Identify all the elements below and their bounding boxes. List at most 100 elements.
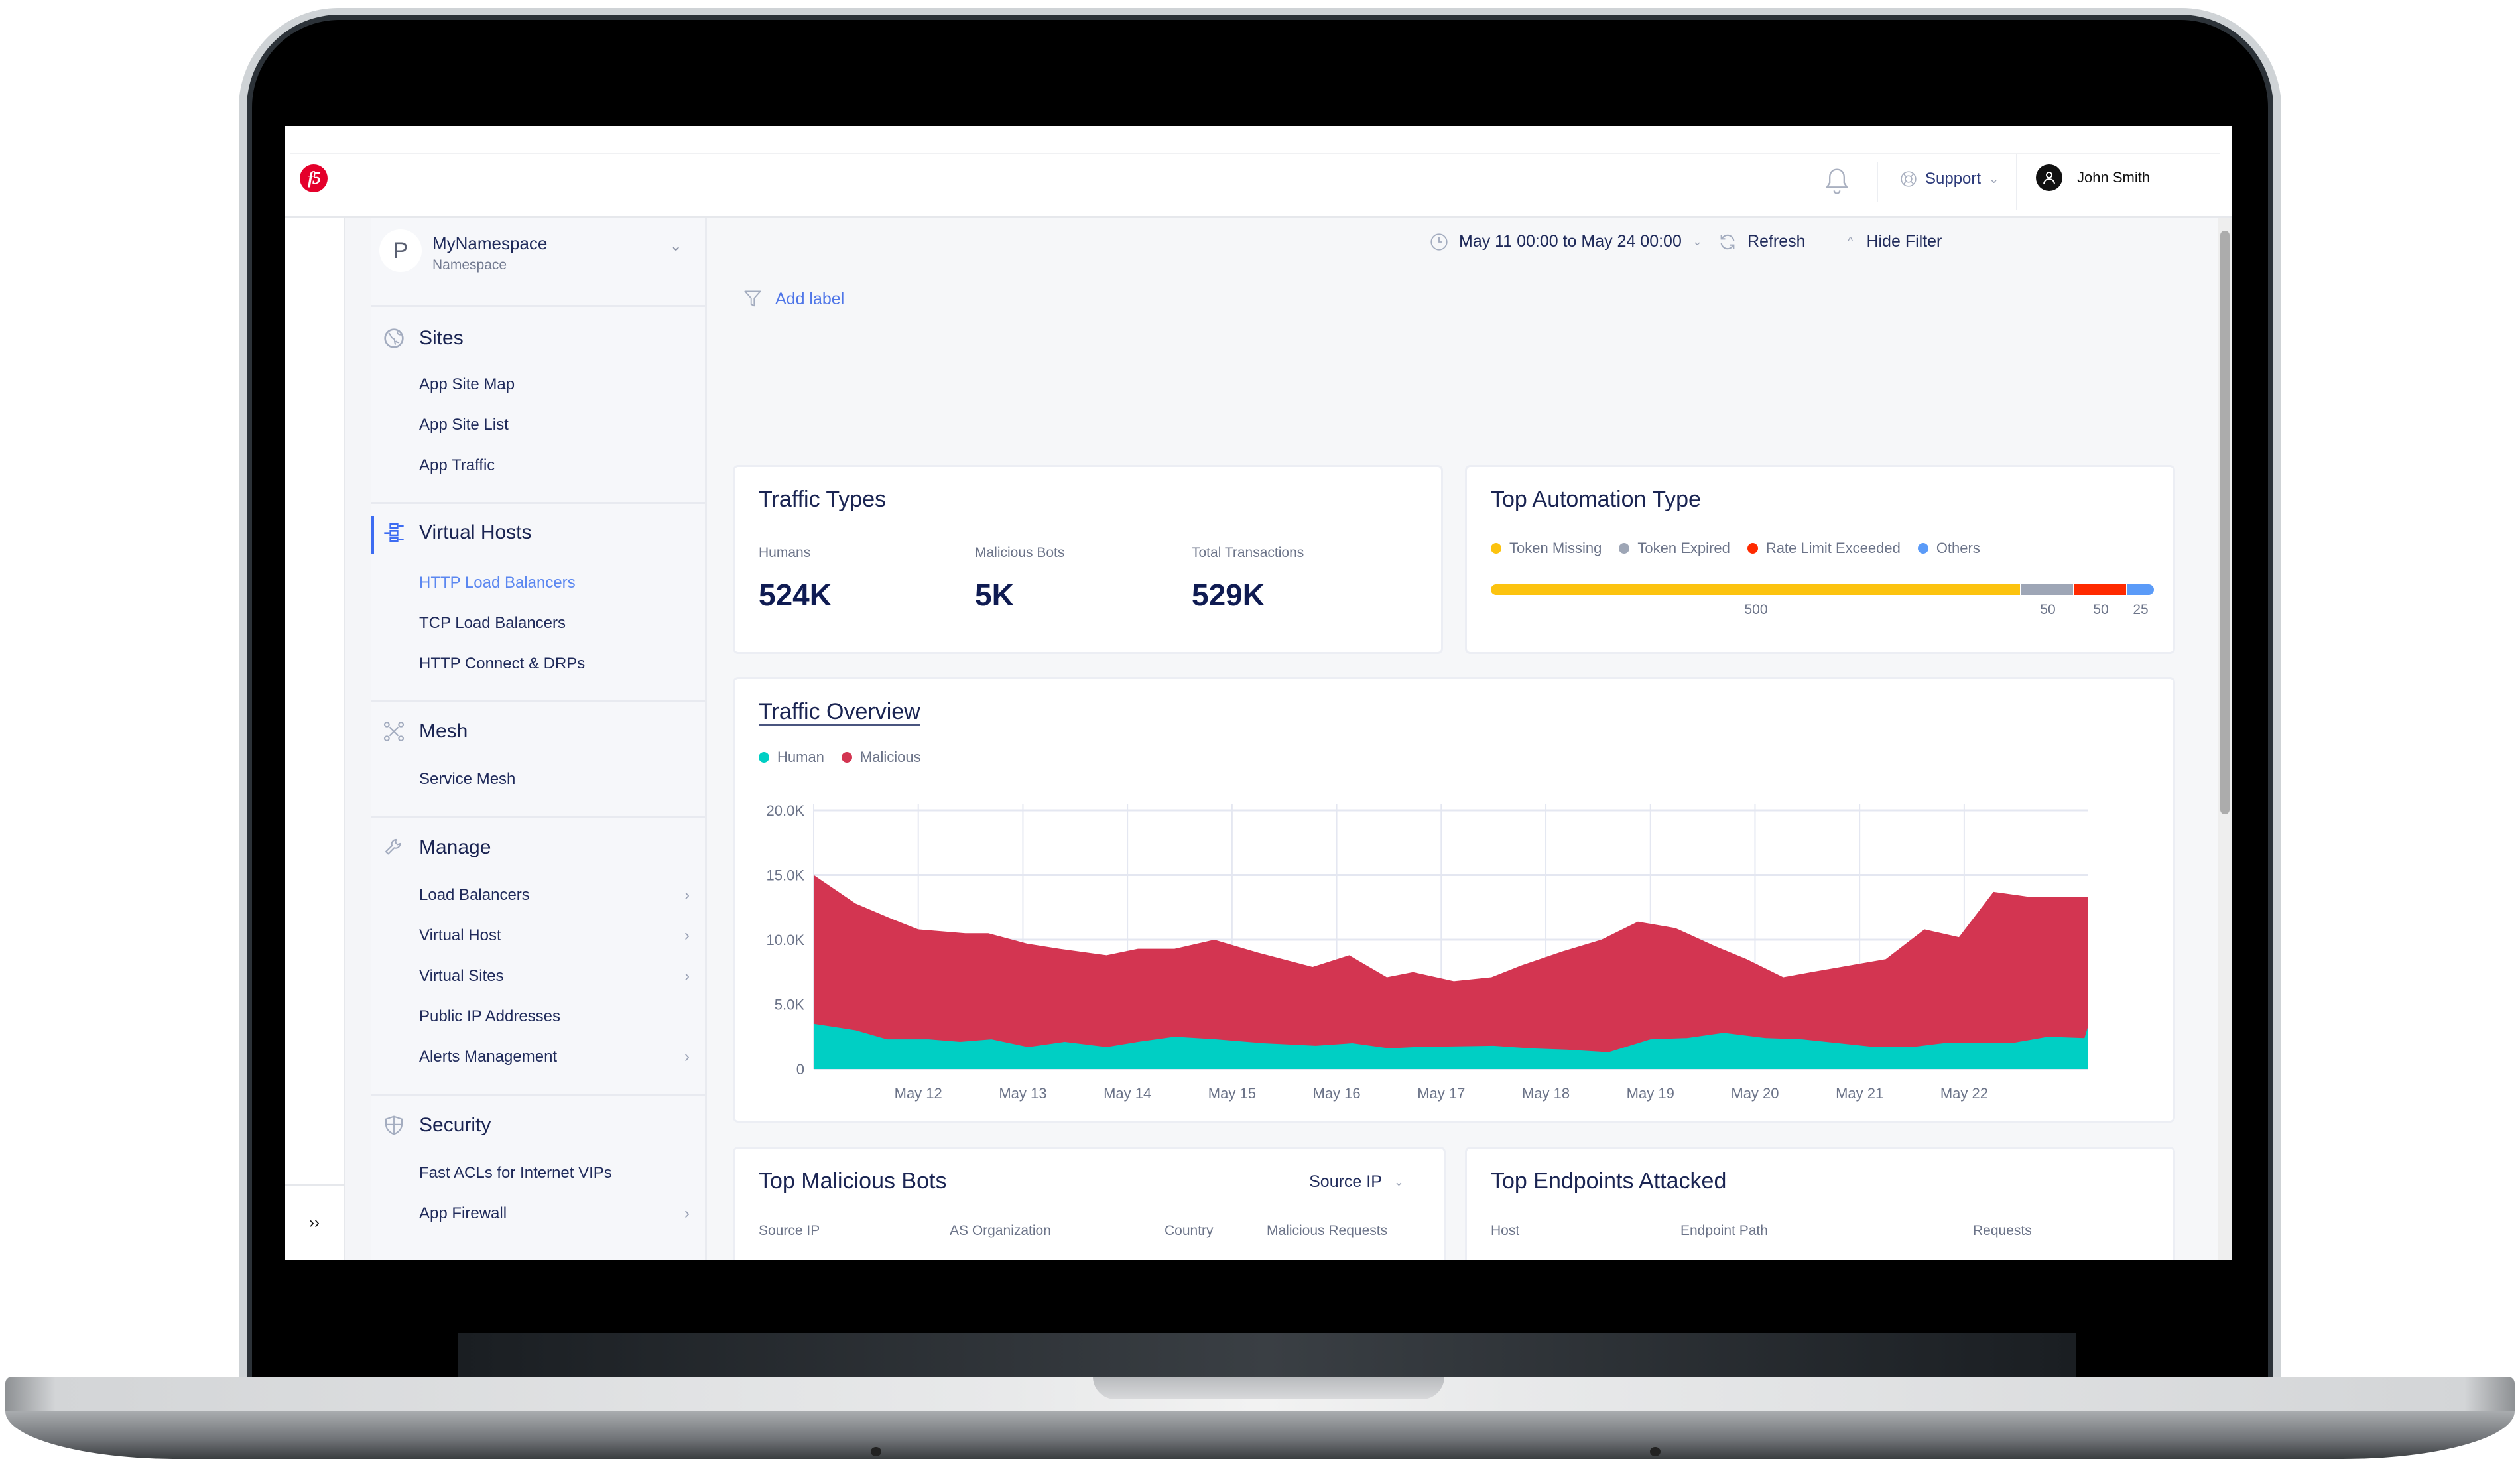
table-cell: capital-appa.com — [1491, 1259, 1612, 1260]
nav-section-header-manage[interactable]: Manage — [371, 828, 705, 867]
sidebar-item-label: Load Balancers — [419, 886, 530, 904]
vertical-scrollbar[interactable] — [2218, 218, 2232, 1260]
legend-item[interactable]: Token Missing — [1491, 540, 1602, 557]
x-tick-label: May 17 — [1417, 1085, 1465, 1102]
user-menu[interactable]: John Smith — [2036, 164, 2150, 191]
chevron-up-icon: ^ — [1848, 235, 1854, 248]
sidebar-item-label: App Site Map — [419, 375, 515, 393]
laptop-base-bottom — [5, 1411, 2515, 1459]
legend-label: Others — [1936, 540, 1980, 556]
x-tick-label: May 14 — [1103, 1085, 1151, 1102]
expand-sidebar-button[interactable]: ›› — [285, 1184, 344, 1260]
sidebar-item-http-load-balancers[interactable]: HTTP Load Balancers — [419, 574, 698, 600]
traffic-types-card: Traffic Types Humans 524K Malicious Bots… — [733, 465, 1443, 654]
column-header[interactable]: Malicious Requests — [1267, 1223, 1387, 1239]
table-cell: 200K — [1973, 1259, 2010, 1260]
automation-legend: Token Missing Token Expired Rate Limit Exc… — [1491, 540, 1980, 557]
column-header[interactable]: Country — [1165, 1223, 1214, 1239]
x-tick-label: May 22 — [1940, 1085, 1988, 1102]
stat-value: 529K — [1192, 578, 1265, 612]
bar-segment[interactable] — [2074, 584, 2127, 595]
legend-dot — [1491, 543, 1501, 554]
column-header[interactable]: Host — [1491, 1223, 1519, 1239]
topbar-separator — [2016, 154, 2017, 210]
sidebar-item-fast-acls[interactable]: Fast ACLs for Internet VIPs — [419, 1164, 698, 1190]
traffic-overview-chart: 0 5.0K 10.0K 15.0K 20.0K May 12 May 13 May 14 Ma… — [767, 802, 2088, 1102]
source-ip-link[interactable]: 123.352.111 — [759, 1259, 845, 1260]
stat-label: Total Transactions — [1192, 545, 1304, 560]
sidebar-item-app-site-list[interactable]: App Site List — [419, 416, 698, 442]
sidebar-item-virtual-sites[interactable]: Virtual Sites › — [419, 967, 698, 993]
x-tick-label: May 20 — [1731, 1085, 1779, 1102]
chevron-right-icon: › — [684, 1048, 690, 1066]
malicious-area[interactable] — [814, 875, 2088, 1070]
bar-segment[interactable] — [1491, 584, 2021, 595]
stat-humans: Humans 524K — [759, 545, 832, 613]
load-balancer-icon — [384, 523, 404, 542]
column-header[interactable]: Endpoint Path — [1680, 1223, 1768, 1239]
automation-bar-labels: 500 50 50 25 — [1491, 602, 2154, 622]
stat-value: 5K — [975, 578, 1014, 612]
sidebar-item-app-traffic[interactable]: App Traffic — [419, 456, 698, 483]
sidebar-item-service-mesh[interactable]: Service Mesh — [419, 770, 698, 796]
date-range-value: May 11 00:00 to May 24 00:00 — [1459, 232, 1682, 251]
sidebar-item-label: Virtual Sites — [419, 967, 504, 985]
hide-filter-button[interactable]: ^ Hide Filter — [1848, 232, 1942, 251]
table-cell: Google LLC — [950, 1259, 1035, 1260]
y-tick-label: 0 — [796, 1061, 804, 1078]
legend-item[interactable]: Rate Limit Exceeded — [1747, 540, 1901, 557]
x-tick-label: May 13 — [999, 1085, 1046, 1102]
nav-section-header-mesh[interactable]: Mesh — [371, 712, 705, 751]
column-header[interactable]: Requests — [1973, 1223, 2032, 1239]
y-tick-label: 10.0K — [767, 932, 805, 948]
bar-segment-label: 500 — [1744, 602, 1768, 617]
nav-section-title: Sites — [419, 327, 464, 349]
refresh-label: Refresh — [1747, 232, 1806, 251]
nav-section-header-security[interactable]: Security — [371, 1106, 705, 1145]
sidebar-item-tcp-load-balancers[interactable]: TCP Load Balancers — [419, 614, 698, 641]
stat-malicious-bots: Malicious Bots 5K — [975, 545, 1064, 613]
nav-section-header-sites[interactable]: Sites — [371, 318, 705, 358]
sidebar-item-label: Virtual Host — [419, 926, 501, 944]
sidebar-item-http-connect-drps[interactable]: HTTP Connect & DRPs — [419, 655, 698, 681]
bar-segment[interactable] — [2127, 584, 2154, 595]
legend-item[interactable]: Others — [1917, 540, 1980, 557]
laptop-foot — [1650, 1447, 1661, 1456]
sidebar-item-app-firewall[interactable]: App Firewall › — [419, 1204, 698, 1231]
bar-segment-label: 50 — [2093, 602, 2109, 617]
main-content: May 11 00:00 to May 24 00:00 ⌄ Refresh ^… — [707, 218, 2218, 1260]
nav-section-title: Manage — [419, 836, 491, 858]
namespace-selector[interactable]: P MyNamespace Namespace ⌄ — [371, 218, 705, 307]
top-bar: f5 Support ⌄ John Smith — [285, 126, 2232, 218]
scrollbar-thumb[interactable] — [2220, 231, 2230, 814]
card-title: Top Automation Type — [1491, 487, 1701, 512]
group-by-select[interactable]: Source IP ⌄ — [1309, 1173, 1404, 1192]
sidebar-item-label: Alerts Management — [419, 1048, 558, 1066]
notifications-bell-icon[interactable] — [1824, 167, 1850, 196]
bar-segment[interactable] — [2021, 584, 2074, 595]
nav-section-header-virtual-hosts[interactable]: Virtual Hosts — [371, 513, 705, 554]
legend-label: Token Missing — [1509, 540, 1602, 556]
sidebar-item-app-site-map[interactable]: App Site Map — [419, 375, 698, 402]
automation-type-card: Top Automation Type Token Missing Token E… — [1465, 465, 2175, 654]
legend-item[interactable]: Token Expired — [1619, 540, 1730, 557]
refresh-button[interactable]: Refresh — [1718, 232, 1806, 251]
sidebar-item-load-balancers[interactable]: Load Balancers › — [419, 886, 698, 913]
column-header[interactable]: AS Organization — [950, 1223, 1051, 1239]
support-menu[interactable]: Support ⌄ — [1900, 170, 1999, 188]
column-header[interactable]: Source IP — [759, 1223, 820, 1239]
nav-section-security: Security Fast ACLs for Internet VIPs App… — [371, 1098, 705, 1260]
x-tick-label: May 15 — [1208, 1085, 1256, 1102]
namespace-subtitle: Namespace — [432, 257, 507, 273]
sidebar-item-public-ip-addresses[interactable]: Public IP Addresses — [419, 1007, 698, 1034]
f5-logo[interactable]: f5 — [300, 164, 328, 192]
group-by-value: Source IP — [1309, 1173, 1382, 1191]
wrench-icon — [385, 838, 401, 855]
sidebar-item-alerts-management[interactable]: Alerts Management › — [419, 1048, 698, 1074]
date-range-picker[interactable]: May 11 00:00 to May 24 00:00 ⌄ — [1430, 232, 1702, 251]
stat-label: Humans — [759, 545, 811, 560]
legend-dot — [1747, 543, 1758, 554]
add-label-button[interactable]: Add label — [743, 289, 844, 309]
sidebar-item-virtual-host[interactable]: Virtual Host › — [419, 926, 698, 953]
x-tick-label: May 16 — [1313, 1085, 1361, 1102]
